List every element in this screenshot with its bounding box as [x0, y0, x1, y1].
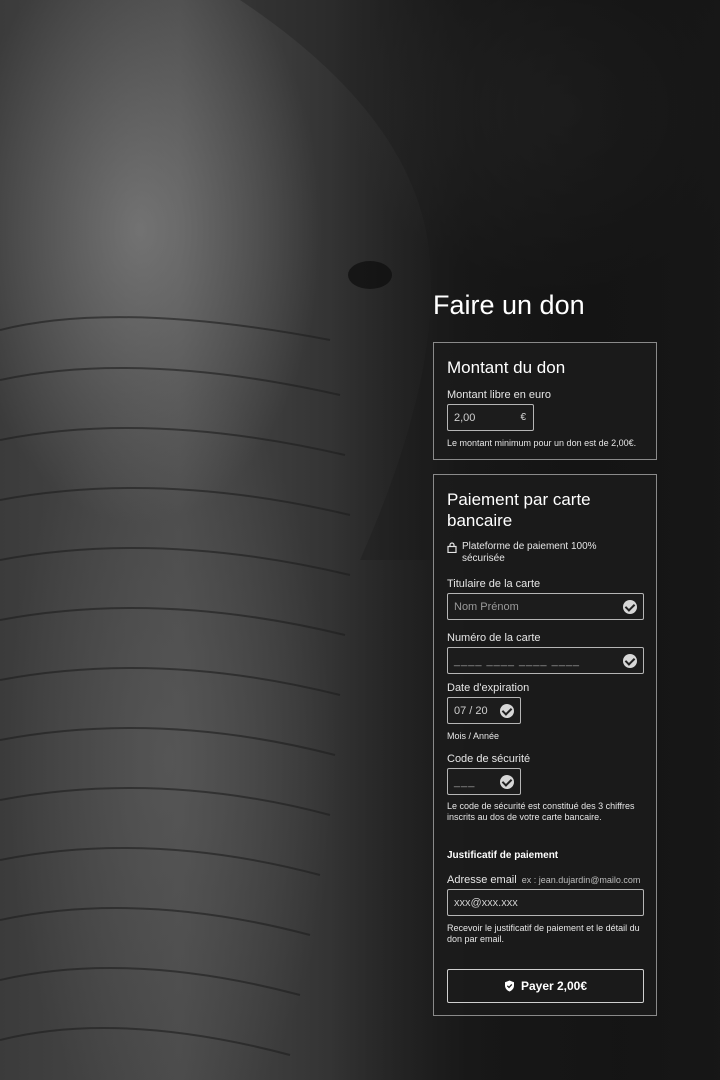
amount-label: Montant libre en euro	[447, 389, 551, 401]
currency-symbol: €	[520, 412, 526, 423]
pay-button[interactable]: Payer 2,00€	[447, 969, 644, 1003]
amount-value: 2,00	[454, 411, 476, 424]
cvc-label: Code de sécurité	[447, 753, 531, 765]
donation-amount-card: Montant du don Montant libre en euro 2,0…	[433, 342, 657, 460]
card-payment-heading: Paiement par carte bancaire	[447, 490, 591, 530]
check-circle-icon	[623, 600, 637, 614]
cardholder-label: Titulaire de la carte	[447, 578, 541, 590]
page-title: Faire un don	[433, 290, 585, 320]
cvc-input[interactable]: ___	[447, 768, 521, 795]
email-example: ex : jean.dujardin@mailo.com	[521, 875, 641, 885]
shield-icon	[504, 980, 514, 992]
email-placeholder: xxx@xxx.xxx	[454, 896, 518, 909]
expiry-input[interactable]: 07 / 20	[447, 697, 521, 724]
check-circle-icon	[500, 775, 514, 789]
card-number-input[interactable]: ____ ____ ____ ____	[447, 647, 644, 674]
secure-platform-note: Plateforme de paiement 100% sécurisée	[447, 541, 637, 565]
check-circle-icon	[500, 704, 514, 718]
amount-input[interactable]: 2,00 €	[447, 404, 534, 431]
check-circle-icon	[623, 654, 637, 668]
email-label: Adresse email	[447, 874, 517, 886]
lock-icon	[447, 542, 457, 553]
card-payment-card: Paiement par carte bancaire Plateforme d…	[433, 474, 657, 1016]
card-number-label: Numéro de la carte	[447, 632, 541, 644]
email-input[interactable]: xxx@xxx.xxx	[447, 889, 644, 916]
expiry-value: 07 / 20	[454, 704, 488, 717]
cvc-hint: Le code de sécurité est constitué des 3 …	[447, 801, 635, 822]
donation-amount-heading: Montant du don	[447, 358, 566, 377]
cardholder-input[interactable]: Nom Prénom	[447, 593, 644, 620]
amount-hint: Le montant minimum pour un don est de 2,…	[447, 438, 637, 448]
cardholder-placeholder: Nom Prénom	[454, 600, 519, 613]
card-number-placeholder: ____ ____ ____ ____	[454, 654, 581, 667]
receipt-hint: Recevoir le justificatif de paiement et …	[447, 923, 640, 944]
cvc-placeholder: ___	[454, 775, 476, 788]
expiry-hint: Mois / Année	[447, 731, 500, 741]
secure-platform-text: Plateforme de paiement 100% sécurisée	[462, 541, 597, 564]
receipt-heading: Justificatif de paiement	[447, 850, 559, 861]
email-label-row: Adresse email ex : jean.dujardin@mailo.c…	[447, 874, 652, 886]
pay-button-label: Payer 2,00€	[520, 979, 588, 993]
expiry-label: Date d'expiration	[447, 682, 530, 694]
